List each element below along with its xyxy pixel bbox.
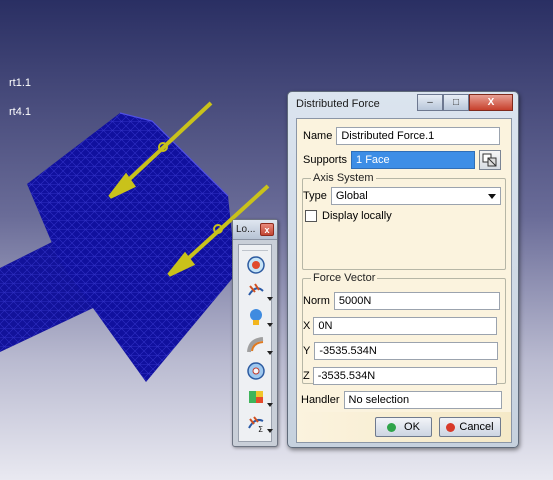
type-row: Type Global <box>303 187 501 205</box>
x-row: X 0N <box>303 317 498 335</box>
maximize-button[interactable]: □ <box>443 94 469 111</box>
axis-system-group: Axis System Type Global Display locally <box>302 172 506 270</box>
acceleration-icon[interactable] <box>246 387 266 407</box>
ok-icon <box>387 422 397 432</box>
x-label: X <box>303 320 311 332</box>
distributed-force-icon[interactable] <box>246 281 266 301</box>
norm-field[interactable]: 5000N <box>333 292 500 310</box>
type-label: Type <box>303 190 327 202</box>
type-select[interactable]: Global <box>330 187 501 205</box>
y-label: Y <box>303 345 311 357</box>
select-supports-button[interactable] <box>479 150 502 170</box>
toolbar-title: Lo... <box>236 224 256 235</box>
y-field[interactable]: -3535.534N <box>314 342 499 360</box>
loads-toolbar[interactable]: Lo... x Σ <box>232 219 278 447</box>
chevron-down-icon[interactable] <box>267 323 273 327</box>
cancel-label: Cancel <box>459 421 494 433</box>
face-selection-icon <box>482 153 497 167</box>
load-target-icon[interactable] <box>246 255 266 275</box>
display-locally-label: Display locally <box>322 210 392 222</box>
toolbar-titlebar[interactable]: Lo... x <box>233 220 277 240</box>
supports-label: Supports <box>303 154 348 166</box>
toolbar-grip[interactable] <box>242 245 268 251</box>
close-button[interactable]: X <box>469 94 513 111</box>
chevron-down-icon[interactable] <box>267 403 273 407</box>
ok-button[interactable]: OK <box>375 417 432 437</box>
chevron-down-icon[interactable] <box>267 429 273 433</box>
y-row: Y -3535.534N <box>303 342 499 360</box>
moment-icon[interactable] <box>246 361 266 381</box>
dialog-footer: OK Cancel <box>297 412 511 442</box>
force-vector-group-label: Force Vector <box>311 272 378 284</box>
supports-field[interactable]: 1 Face <box>351 151 476 169</box>
z-field[interactable]: -3535.534N <box>312 367 497 385</box>
handler-row: Handler No selection <box>301 391 502 409</box>
display-locally-row: Display locally <box>305 210 392 222</box>
toolbar-close-button[interactable]: x <box>260 223 274 236</box>
name-label: Name <box>303 130 333 142</box>
force-density-icon[interactable]: Σ <box>246 413 266 434</box>
bearing-load-icon[interactable] <box>246 335 266 355</box>
distributed-force-dialog[interactable]: Distributed Force – □ X Name Distributed… <box>287 91 519 448</box>
minimize-button[interactable]: – <box>417 94 443 111</box>
pressure-icon[interactable] <box>246 307 266 327</box>
plate-part[interactable] <box>27 112 236 382</box>
handler-field[interactable]: No selection <box>343 391 502 409</box>
norm-label: Norm <box>303 295 330 307</box>
z-row: Z -3535.534N <box>303 367 497 385</box>
chevron-down-icon[interactable] <box>267 297 273 301</box>
name-field[interactable]: Distributed Force.1 <box>336 127 501 145</box>
dialog-body: Name Distributed Force.1 Supports 1 Face… <box>296 118 512 443</box>
svg-text:Σ: Σ <box>258 425 263 433</box>
z-label: Z <box>303 370 310 382</box>
chevron-down-icon <box>487 193 496 199</box>
chevron-down-icon[interactable] <box>267 351 273 355</box>
cancel-button[interactable]: Cancel <box>439 417 501 437</box>
type-select-value: Global <box>335 190 368 202</box>
handler-label: Handler <box>301 394 340 406</box>
display-locally-checkbox[interactable] <box>305 210 317 222</box>
name-row: Name Distributed Force.1 <box>303 127 501 145</box>
axis-system-group-label: Axis System <box>311 172 376 184</box>
toolbar-buttons: Σ <box>238 244 273 442</box>
x-field[interactable]: 0N <box>313 317 498 335</box>
cancel-icon <box>446 422 456 432</box>
norm-row: Norm 5000N <box>303 292 500 310</box>
ok-label: OK <box>404 421 420 433</box>
window-controls: – □ X <box>417 94 513 111</box>
supports-row: Supports 1 Face <box>303 150 502 170</box>
